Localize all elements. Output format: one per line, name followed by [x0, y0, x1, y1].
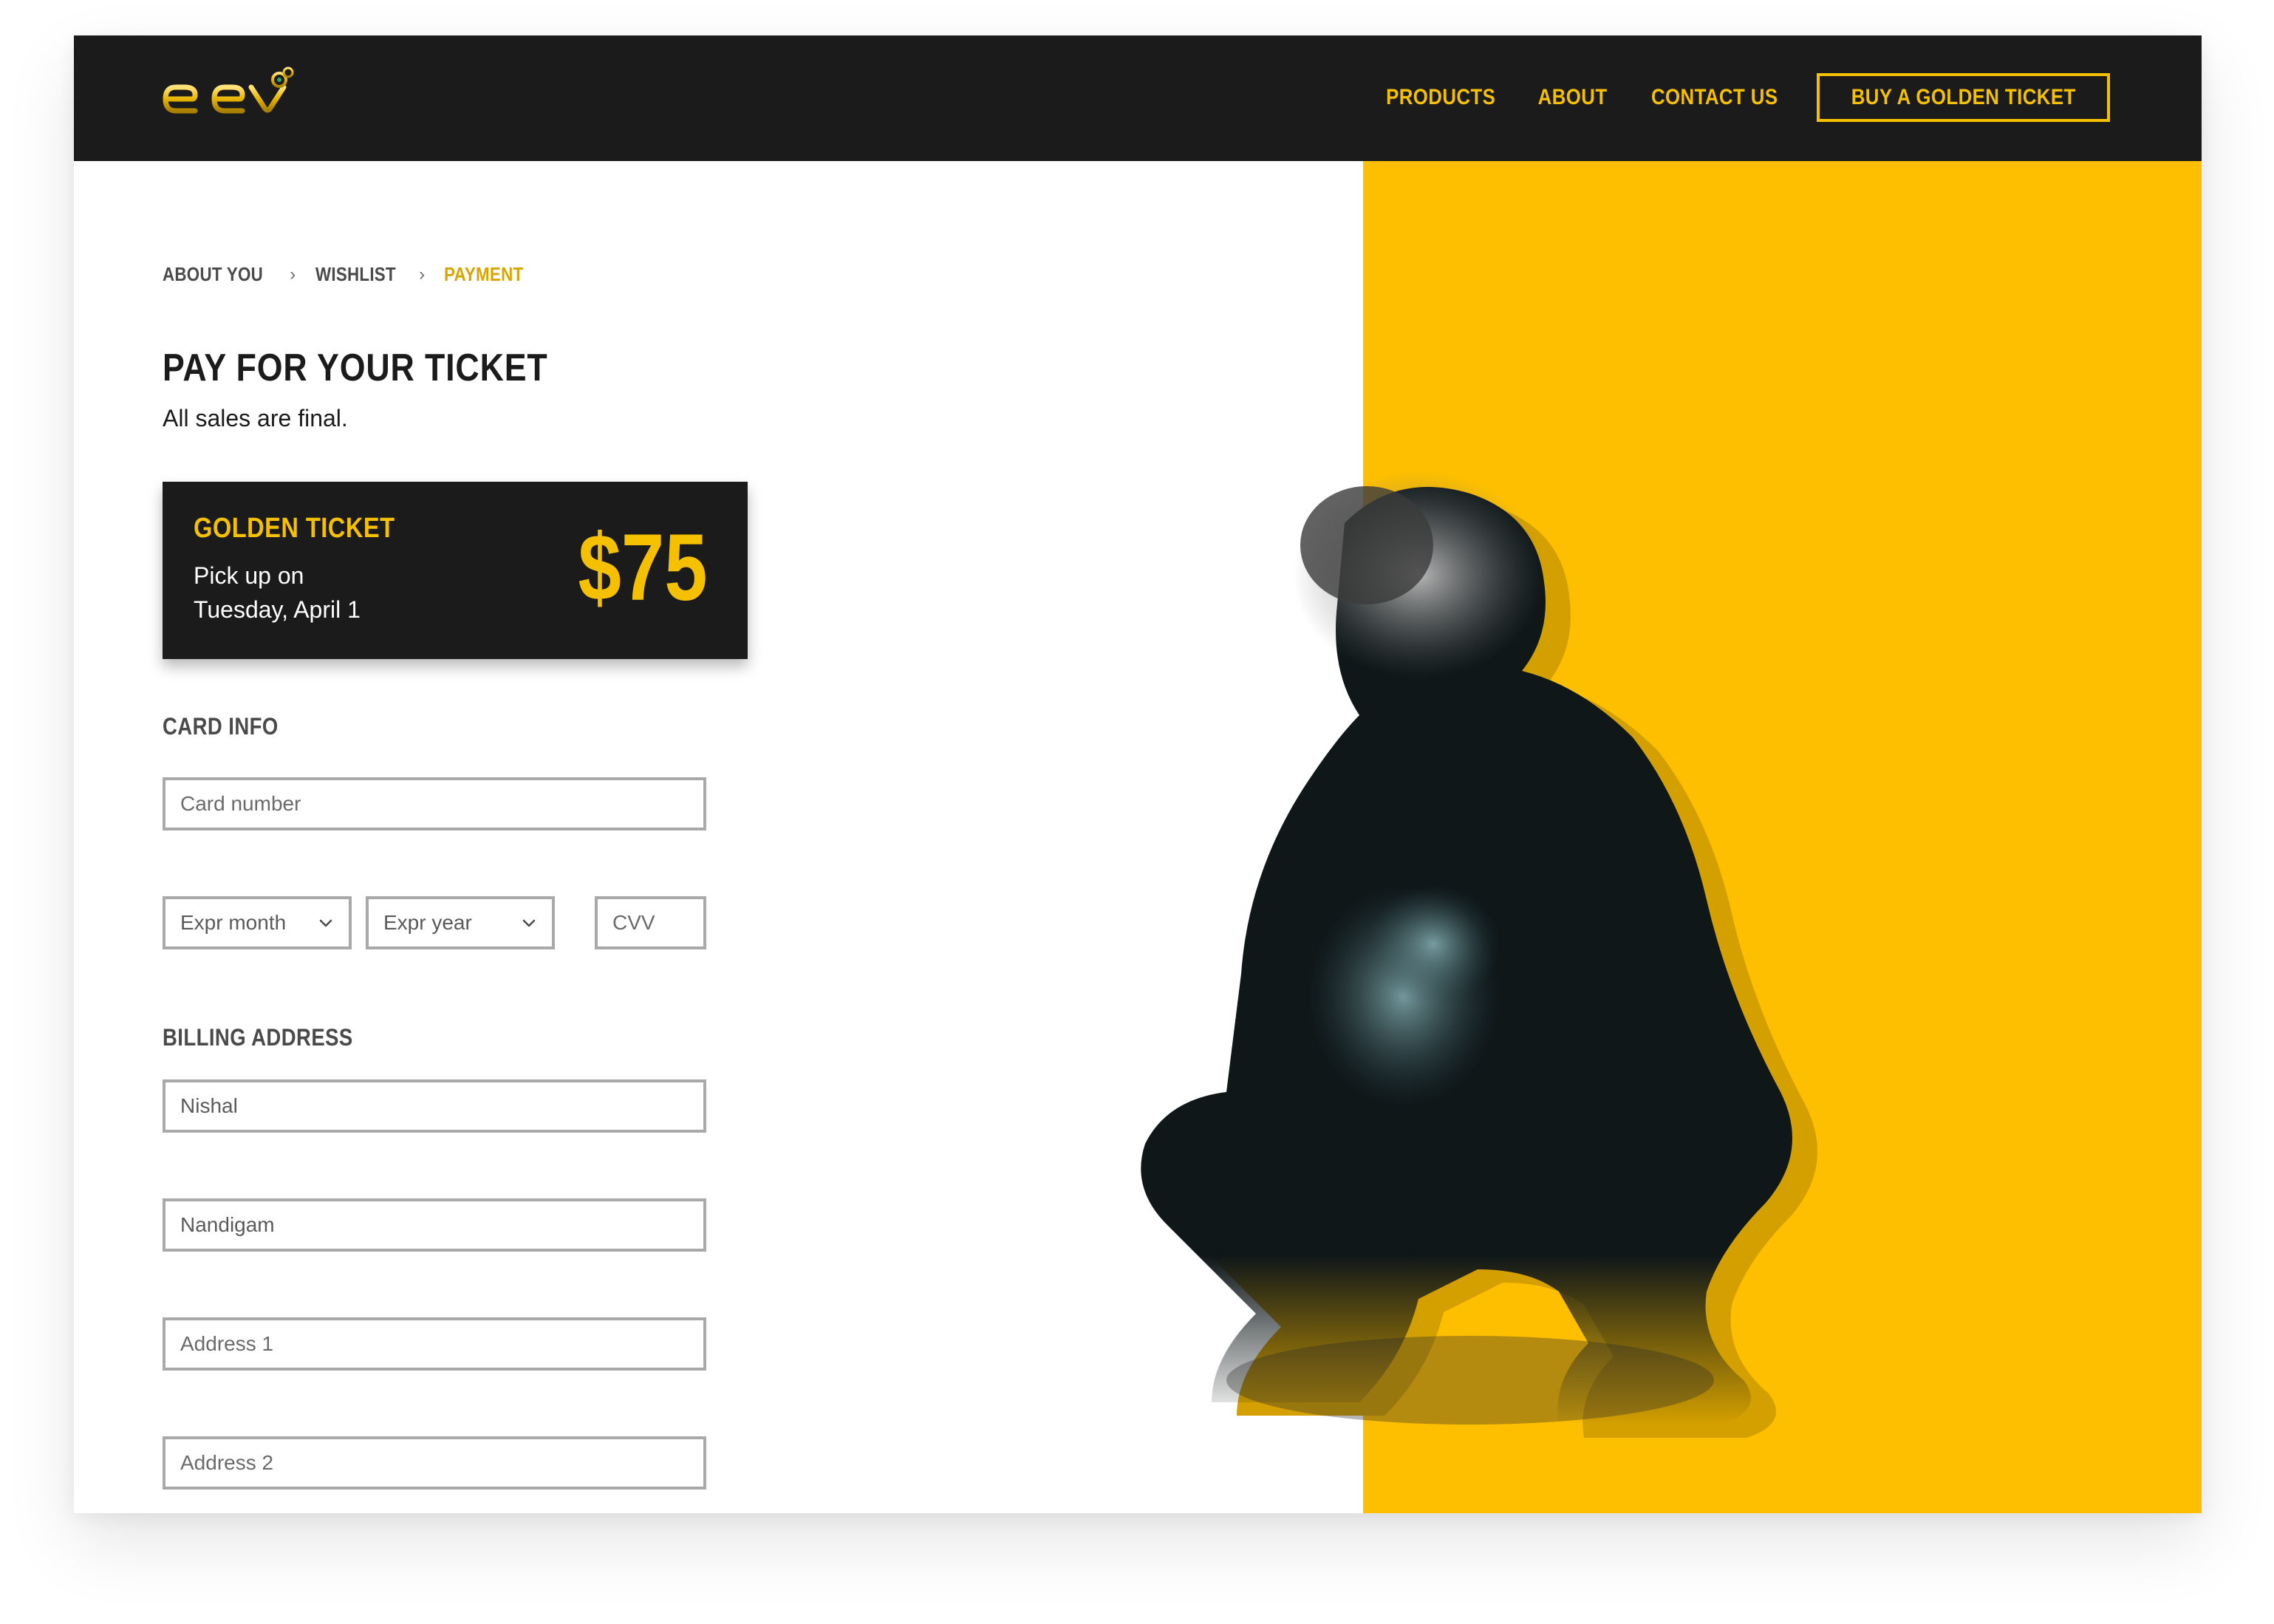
- last-name-input[interactable]: [180, 1213, 689, 1237]
- ticket-pickup-line2: Tuesday, April 1: [194, 596, 361, 623]
- breadcrumb-step-payment: PAYMENT: [444, 263, 524, 285]
- expr-year-placeholder: Expr year: [383, 911, 472, 934]
- page-title: PAY FOR YOUR TICKET: [163, 347, 548, 389]
- buy-golden-ticket-button[interactable]: BUY A GOLDEN TICKET: [1816, 73, 2110, 122]
- page-window: PRODUCTS ABOUT CONTACT US BUY A GOLDEN T…: [74, 35, 2202, 1513]
- page-subtitle: All sales are final.: [163, 405, 348, 431]
- ticket-pickup-date: Pick up on Tuesday, April 1: [194, 559, 361, 627]
- chevron-down-icon: [522, 919, 536, 927]
- card-number-field[interactable]: [163, 777, 706, 830]
- address-2-field[interactable]: [163, 1436, 706, 1490]
- expr-month-placeholder: Expr month: [180, 911, 287, 934]
- buy-golden-ticket-label: BUY A GOLDEN TICKET: [1851, 85, 2076, 109]
- ticket-summary-card: GOLDEN TICKET Pick up on Tuesday, April …: [163, 482, 748, 659]
- first-name-input[interactable]: [180, 1094, 689, 1118]
- cvv-input[interactable]: [612, 911, 689, 935]
- chevron-right-icon: ›: [419, 264, 426, 284]
- elev-logo-icon[interactable]: [161, 64, 301, 130]
- breadcrumb-step-wishlist[interactable]: WISHLIST: [315, 263, 396, 286]
- expr-year-select[interactable]: Expr year: [366, 896, 555, 949]
- address-1-input[interactable]: [180, 1332, 689, 1356]
- card-info-label: CARD INFO: [163, 713, 279, 740]
- ticket-pickup-line1: Pick up on: [194, 562, 304, 589]
- chevron-right-icon: ›: [290, 264, 296, 284]
- ticket-price: $75: [578, 515, 708, 621]
- ticket-name: GOLDEN TICKET: [194, 513, 395, 544]
- hero-person-image: [1141, 471, 1817, 1438]
- address-2-input[interactable]: [180, 1451, 689, 1475]
- expr-month-select[interactable]: Expr month: [163, 896, 352, 949]
- chevron-down-icon: [319, 919, 332, 927]
- cvv-field[interactable]: [595, 896, 706, 949]
- billing-address-label: BILLING ADDRESS: [163, 1024, 353, 1051]
- nav-link-contact-us[interactable]: CONTACT US: [1651, 85, 1778, 110]
- breadcrumb: ABOUT YOU › WISHLIST › PAYMENT: [163, 263, 536, 286]
- nav-link-products[interactable]: PRODUCTS: [1386, 85, 1495, 110]
- nav-link-about[interactable]: ABOUT: [1538, 85, 1608, 110]
- nav-links: PRODUCTS ABOUT CONTACT US BUY A GOLDEN T…: [1377, 71, 2110, 124]
- breadcrumb-step-about-you[interactable]: ABOUT YOU: [163, 263, 263, 286]
- first-name-field[interactable]: [163, 1079, 706, 1133]
- top-navbar: PRODUCTS ABOUT CONTACT US BUY A GOLDEN T…: [74, 35, 2202, 161]
- address-1-field[interactable]: [163, 1317, 706, 1371]
- card-number-input[interactable]: [180, 792, 689, 816]
- last-name-field[interactable]: [163, 1198, 706, 1252]
